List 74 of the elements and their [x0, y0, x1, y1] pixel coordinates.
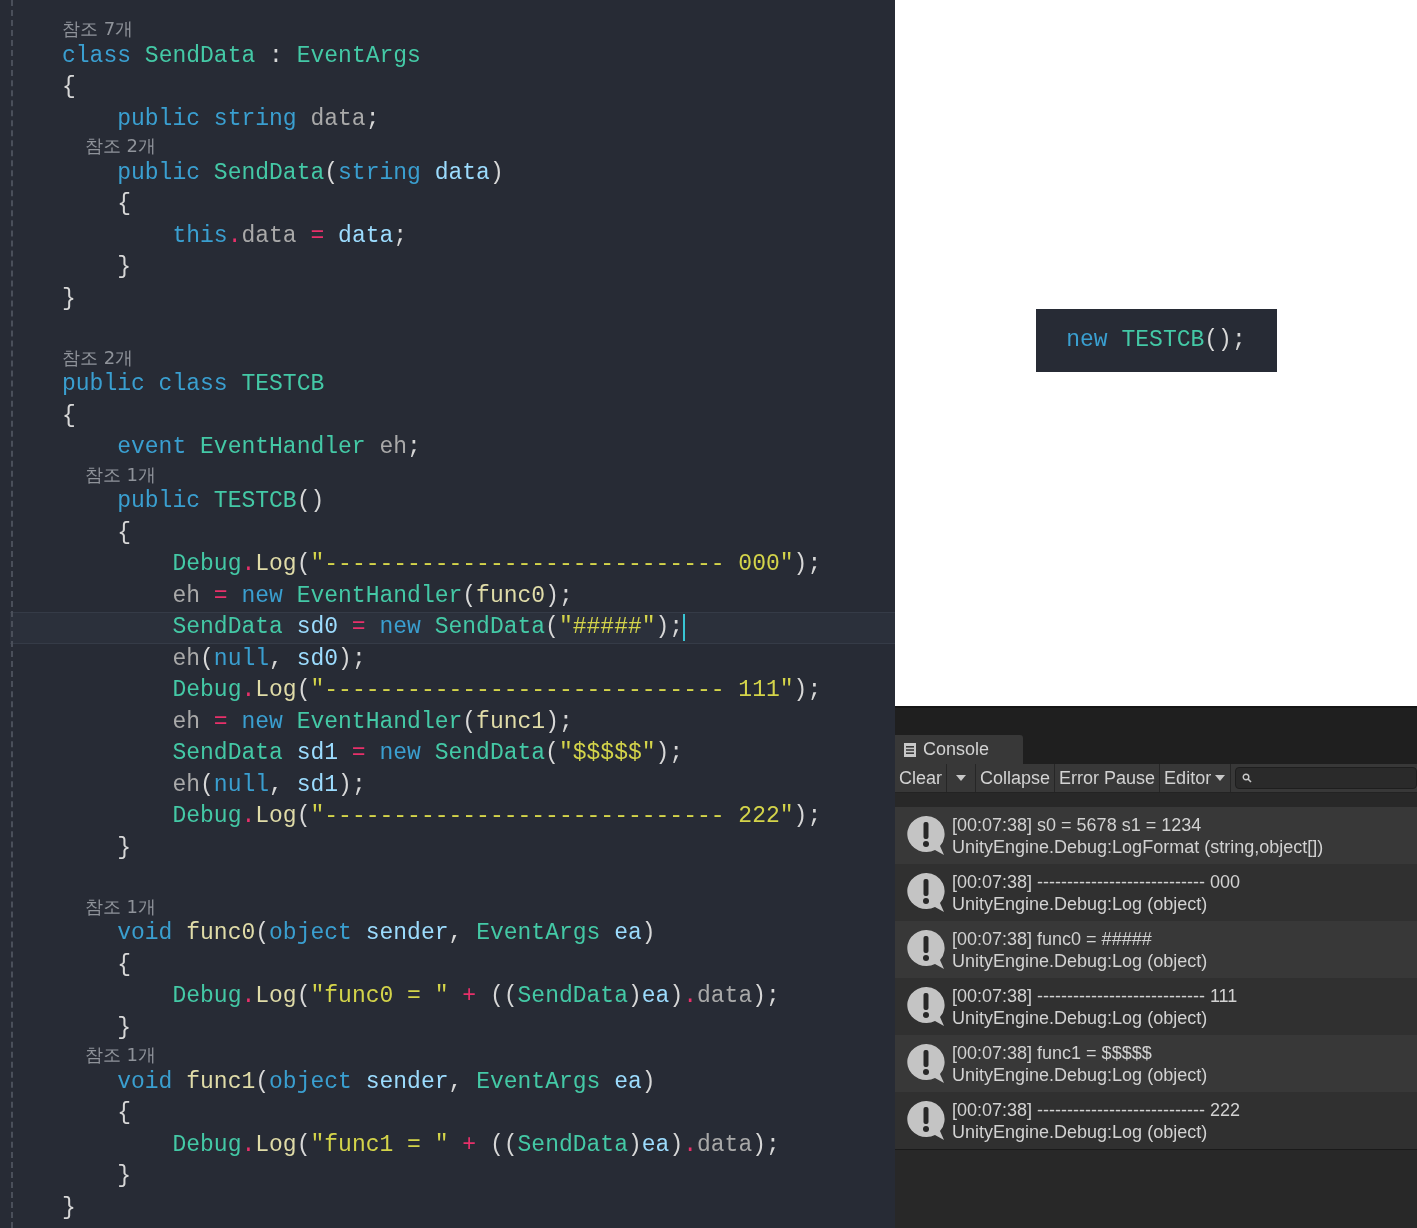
- code-line: void func1(object sender, EventArgs ea): [116, 1067, 656, 1097]
- code-line: public string data;: [116, 104, 380, 134]
- toolbar-button[interactable]: Collapse: [976, 764, 1056, 792]
- console-tab[interactable]: Console: [895, 735, 1023, 764]
- code-line: eh(null, sd1);: [171, 770, 366, 800]
- code-line: eh = new EventHandler(func0);: [171, 581, 573, 611]
- log-message: [00:07:38] func1 = $$$$$: [952, 1041, 1153, 1064]
- reference-count[interactable]: 참조 1개: [62, 463, 157, 485]
- warning-bubble-icon: [906, 985, 946, 1028]
- code-line: Debug.Log("func1 = " + ((SendData)ea).data);: [171, 1130, 780, 1160]
- console-icon: [903, 741, 917, 758]
- code-line: }: [62, 1193, 76, 1223]
- reference-count[interactable]: 참조 2개: [62, 346, 134, 368]
- code-line: {: [62, 401, 76, 431]
- code-line: eh = new EventHandler(func1);: [171, 707, 573, 737]
- log-stack-trace: UnityEngine.Debug:LogFormat (string,object[]): [952, 835, 1324, 858]
- code-line: {: [116, 950, 131, 980]
- reference-count[interactable]: 참조 7개: [62, 18, 134, 39]
- log-entry[interactable]: [00:07:38] func0 = ##### UnityEngine.Debug:Log (object): [895, 921, 1417, 978]
- code-line: Debug.Log("----------------------------- 111");: [171, 676, 822, 705]
- log-message: [00:07:38] ---------------------------- 222: [952, 1098, 1240, 1121]
- search-icon: [1242, 773, 1253, 783]
- warning-bubble-icon: [906, 871, 946, 914]
- code-line: SendData sd0 = new SendData("#####");: [171, 613, 684, 642]
- log-message: [00:07:38] ---------------------------- 111: [952, 984, 1238, 1007]
- warning-bubble-icon: [906, 814, 946, 857]
- caret-icon: [1214, 774, 1227, 782]
- log-stack-trace: UnityEngine.Debug:Log (object): [952, 892, 1209, 915]
- code-line: Debug.Log("func0 = " + ((SendData)ea).data);: [171, 982, 780, 1011]
- code-line: }: [116, 1162, 131, 1191]
- code-line: Debug.Log("----------------------------- 000");: [171, 550, 822, 579]
- log-entry[interactable]: [00:07:38] ---------------------------- 000 UnityEngine.Debug:Log (object): [895, 864, 1417, 921]
- code-line: Debug.Log("----------------------------- 222");: [171, 802, 822, 831]
- code-line: }: [116, 1013, 131, 1043]
- editor-dropdown[interactable]: Editor: [1160, 764, 1232, 792]
- search-field[interactable]: [1235, 767, 1417, 789]
- log-message: [00:07:38] s0 = 5678 s1 = 1234: [952, 813, 1203, 836]
- reference-count[interactable]: 참조 1개: [62, 895, 157, 917]
- code-line: {: [116, 518, 131, 548]
- log-stack-trace: UnityEngine.Debug:Log (object): [952, 1120, 1209, 1143]
- warning-bubble-icon: [906, 928, 946, 971]
- code-line: public class TESTCB: [62, 370, 325, 399]
- reference-count[interactable]: 참조 1개: [62, 1044, 157, 1065]
- log-stack-trace: UnityEngine.Debug:Log (object): [952, 949, 1208, 972]
- toolbar-button[interactable]: Clear: [895, 764, 947, 792]
- log-entry[interactable]: [00:07:38] ---------------------------- 222 UnityEngine.Debug:Log (object): [895, 1092, 1417, 1149]
- code-line: {: [116, 1099, 131, 1128]
- text-cursor: [683, 614, 686, 642]
- code-line: eh(null, sd0);: [171, 644, 366, 674]
- log-entry[interactable]: [00:07:38] s0 = 5678 s1 = 1234 UnityEngine.Debug:LogFormat (string,object[]): [895, 807, 1417, 864]
- code-line: }: [116, 253, 131, 282]
- warning-bubble-icon: [906, 1042, 946, 1085]
- log-stack-trace: UnityEngine.Debug:Log (object): [952, 1063, 1208, 1086]
- code-line: public SendData(string data): [116, 158, 504, 188]
- log-stack-trace: UnityEngine.Debug:Log (object): [952, 1006, 1209, 1029]
- toolbar-button[interactable]: Error Pause: [1055, 764, 1161, 792]
- warning-bubble-icon: [906, 1099, 946, 1142]
- code-line: event EventHandler eh;: [116, 433, 421, 462]
- code-line: }: [62, 284, 76, 314]
- log-message: [00:07:38] ---------------------------- 000: [952, 870, 1240, 893]
- caret-icon: [955, 774, 967, 782]
- log-message: [00:07:38] func0 = #####: [952, 927, 1153, 950]
- code-line: public TESTCB(): [116, 487, 325, 516]
- code-line: void func0(object sender, EventArgs ea): [116, 919, 656, 948]
- reference-count[interactable]: 참조 2개: [62, 135, 157, 156]
- code-line: class SendData : EventArgs: [62, 41, 421, 71]
- code-line: this.data = data;: [171, 221, 408, 251]
- code-line: }: [116, 833, 131, 863]
- code-snippet: new TESTCB();: [1035, 309, 1277, 372]
- code-line: {: [62, 73, 76, 102]
- log-entry[interactable]: [00:07:38] func1 = $$$$$ UnityEngine.Debug:Log (object): [895, 1035, 1417, 1092]
- code-line: SendData sd1 = new SendData("$$$$$");: [171, 739, 684, 768]
- log-entry[interactable]: [00:07:38] ---------------------------- 111 UnityEngine.Debug:Log (object): [895, 978, 1417, 1035]
- code-line: {: [116, 190, 131, 219]
